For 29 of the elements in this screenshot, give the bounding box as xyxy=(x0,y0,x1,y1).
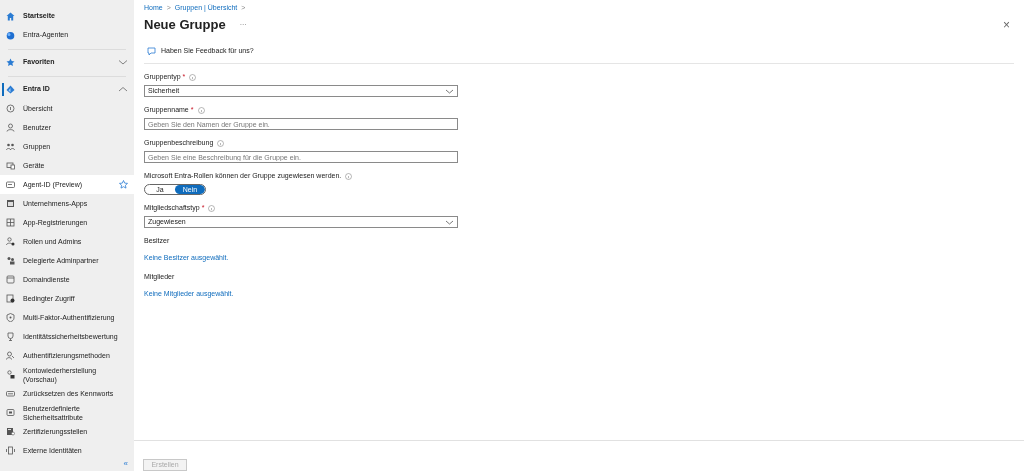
user-badge-icon xyxy=(6,237,15,246)
document-lock-icon xyxy=(6,294,15,303)
chevron-down-icon xyxy=(445,219,454,225)
feedback-icon xyxy=(147,46,156,56)
external-identity-icon xyxy=(6,446,15,455)
star-icon xyxy=(6,58,15,67)
password-field-icon xyxy=(6,389,15,398)
tag-icon xyxy=(6,408,15,417)
agent-blob-icon xyxy=(6,31,15,40)
home-icon xyxy=(6,12,15,21)
close-button[interactable]: × xyxy=(1003,16,1010,34)
group-icon xyxy=(6,142,15,151)
devices-icon xyxy=(6,161,15,170)
app-window-icon xyxy=(6,199,15,208)
grid-icon xyxy=(6,218,15,227)
id-card-icon xyxy=(6,180,15,189)
info-circle-icon xyxy=(6,104,15,113)
page-title: Neue Gruppe xyxy=(144,16,226,35)
partner-icon xyxy=(6,256,15,265)
collapse-button[interactable]: « xyxy=(123,460,128,468)
user-key-icon xyxy=(6,351,15,360)
chevron-down-icon xyxy=(445,88,454,94)
user-icon xyxy=(6,123,15,132)
shield-icon xyxy=(6,313,15,322)
window-icon xyxy=(6,275,15,284)
diamond-icon xyxy=(6,85,15,94)
trophy-icon xyxy=(6,332,15,341)
certificate-icon xyxy=(6,427,15,436)
user-lock-icon xyxy=(6,370,15,379)
